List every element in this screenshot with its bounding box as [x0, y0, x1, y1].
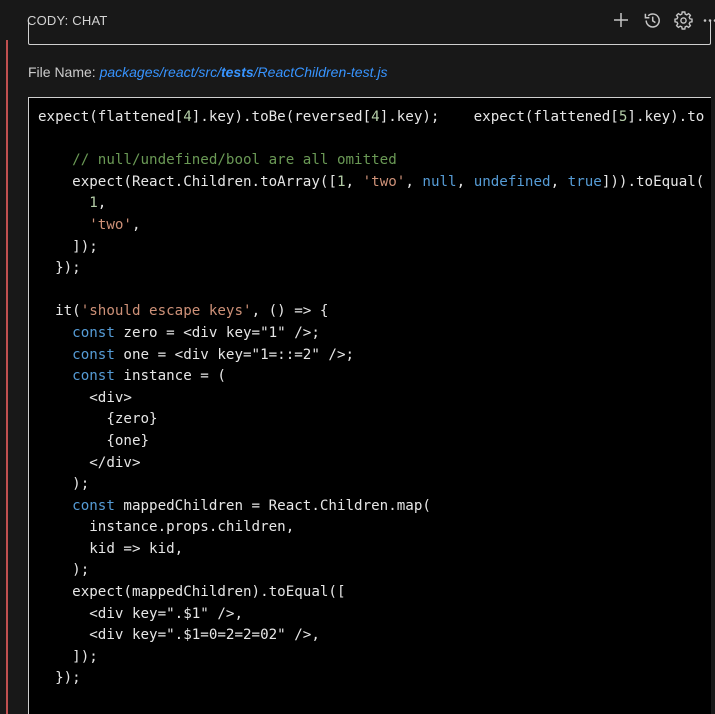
code-line: });	[38, 260, 81, 276]
code-token: ]);	[38, 238, 98, 255]
code-token: kid => kid,	[38, 540, 184, 557]
code-line: );	[38, 562, 89, 578]
file-path-link[interactable]: packages/react/src/tests/ReactChildren-t…	[100, 64, 388, 80]
code-line: expect(mappedChildren).toEqual([	[38, 584, 346, 601]
code-token: mappedChildren = React.Children.map(	[114, 497, 431, 514]
code-line: );	[38, 476, 89, 492]
code-token: ]);	[38, 648, 98, 665]
code-token: true	[567, 173, 602, 190]
code-token: ].key); expect(flattened[	[379, 109, 619, 125]
code-token: <div key=".$1=0=2=2=02" />,	[38, 627, 320, 644]
code-token: zero = <div key="1" />;	[114, 324, 320, 341]
code-token: <div>	[38, 389, 132, 406]
code-token: ].key).toBe(reversed[	[191, 109, 372, 125]
code-line: 1,	[38, 195, 106, 211]
code-token: });	[38, 260, 81, 277]
code-token: ,	[456, 173, 474, 190]
code-token: 'two'	[89, 216, 132, 233]
file-name-label: File Name:	[28, 64, 100, 80]
code-token: ].key).to	[627, 109, 705, 125]
code-token: const	[72, 368, 115, 385]
code-token: expect(flattened[	[38, 109, 184, 125]
code-token: const	[72, 497, 115, 514]
code-line: ]);	[38, 239, 98, 255]
code-line: {one}	[38, 433, 149, 449]
message-accent-bar	[6, 40, 8, 714]
code-token: ,	[97, 195, 107, 212]
code-line: const one = <div key="1=::=2" />;	[38, 347, 354, 363]
previous-code-block	[28, 20, 711, 45]
code-token: // null/undefined/bool are all omitted	[72, 152, 397, 169]
code-line: });	[38, 670, 81, 686]
code-token: {zero}	[38, 411, 158, 428]
code-content: expect(flattened[4].key).toBe(reversed[4…	[38, 107, 704, 690]
code-token: 'two'	[362, 173, 406, 190]
code-token: , () => {	[251, 303, 329, 320]
code-token: null	[422, 173, 457, 190]
code-token: <div key=".$1" />,	[38, 605, 243, 622]
code-token: ])).toEqual(	[601, 173, 705, 190]
code-line: instance.props.children,	[38, 519, 294, 535]
code-token: });	[38, 670, 81, 687]
code-line: <div key=".$1" />,	[38, 606, 243, 622]
code-token: one = <div key="1=::=2" />;	[114, 346, 355, 363]
code-token: {one}	[38, 432, 150, 449]
code-token: 1	[89, 195, 98, 212]
code-block[interactable]: expect(flattened[4].key).toBe(reversed[4…	[28, 97, 711, 714]
code-line: <div key=".$1=0=2=2=02" />,	[38, 627, 320, 643]
code-line: const zero = <div key="1" />;	[38, 325, 320, 341]
file-path-suffix: /ReactChildren-test.js	[253, 64, 388, 80]
code-token: 1	[336, 173, 346, 190]
code-line: // null/undefined/bool are all omitted	[38, 152, 397, 168]
code-line: kid => kid,	[38, 541, 183, 557]
code-token: const	[72, 324, 115, 341]
code-line: {zero}	[38, 411, 158, 428]
code-token: );	[38, 562, 90, 579]
code-token: const	[72, 346, 115, 363]
code-line: <div>	[38, 390, 132, 406]
file-path-bold: tests	[220, 64, 254, 80]
code-token: ,	[131, 216, 141, 233]
code-line: ]);	[38, 649, 98, 665]
code-token: 4	[183, 109, 192, 125]
code-token: instance = (	[114, 368, 226, 385]
code-token: it(	[38, 303, 81, 320]
code-token: expect(React.Children.toArray([	[38, 173, 337, 190]
code-token: ,	[405, 173, 423, 190]
file-name-line: File Name: packages/react/src/tests/Reac…	[28, 64, 387, 80]
file-path-prefix: packages/react/src/	[99, 64, 221, 80]
code-line: </div>	[38, 454, 141, 471]
code-token: </div>	[38, 454, 141, 471]
code-token: );	[38, 476, 90, 493]
code-token: 4	[371, 109, 380, 125]
code-token: ,	[550, 173, 568, 190]
code-line: 'two',	[38, 216, 141, 233]
code-token: undefined	[473, 173, 551, 190]
code-line: expect(flattened[4].key).toBe(reversed[4…	[38, 109, 704, 125]
code-token: 'should escape keys'	[80, 303, 252, 320]
code-line: expect(React.Children.toArray([1, 'two',…	[38, 174, 704, 190]
code-line: const mappedChildren = React.Children.ma…	[38, 498, 431, 514]
code-token: instance.props.children,	[38, 519, 295, 536]
code-line: const instance = (	[38, 368, 226, 384]
code-line: it('should escape keys', () => {	[38, 303, 328, 319]
code-token: expect(mappedChildren).toEqual([	[38, 584, 346, 601]
code-token: ,	[345, 173, 363, 190]
